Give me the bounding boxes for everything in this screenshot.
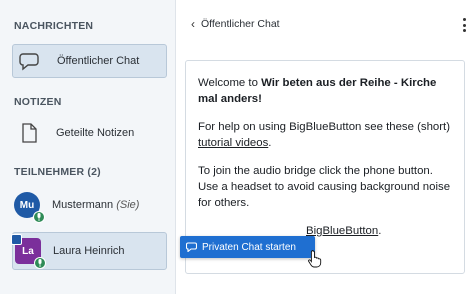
notes-section-title: NOTIZEN bbox=[14, 96, 62, 108]
participant-name: Laura Heinrich bbox=[53, 245, 125, 257]
sidebar-item-public-chat[interactable]: Öffentlicher Chat bbox=[12, 44, 167, 78]
avatar-initials: Mu bbox=[19, 199, 35, 211]
sidebar: NACHRICHTEN Öffentlicher Chat NOTIZEN Ge… bbox=[0, 0, 176, 294]
chat-bubble-icon bbox=[186, 242, 197, 252]
help-prefix: For help on using BigBlueButton see thes… bbox=[198, 121, 451, 133]
start-private-chat-button[interactable]: Privaten Chat starten bbox=[180, 236, 315, 258]
welcome-prefix: Welcome to bbox=[198, 77, 262, 89]
help-line: For help on using BigBlueButton see thes… bbox=[198, 119, 454, 151]
chevron-left-icon: ‹ bbox=[191, 17, 195, 31]
bigbluebutton-link[interactable]: BigBlueButton bbox=[306, 225, 378, 237]
welcome-suffix: ! bbox=[258, 93, 262, 105]
microphone-icon bbox=[33, 211, 45, 223]
participant-name: Mustermann bbox=[52, 199, 114, 211]
document-icon bbox=[16, 120, 42, 146]
back-button[interactable]: ‹ Öffentlicher Chat bbox=[191, 17, 280, 31]
you-tag: (Sie) bbox=[116, 199, 140, 211]
participants-section-title: TEILNEHMER (2) bbox=[14, 166, 101, 178]
public-chat-label: Öffentlicher Chat bbox=[57, 55, 140, 67]
welcome-line: Welcome to Wir beten aus der Reihe - Kir… bbox=[198, 75, 454, 107]
avatar: La bbox=[11, 234, 46, 269]
participant-laura-heinrich[interactable]: La Laura Heinrich bbox=[11, 232, 167, 270]
shared-notes-label: Geteilte Notizen bbox=[56, 127, 135, 139]
sidebar-item-shared-notes[interactable]: Geteilte Notizen bbox=[12, 116, 167, 150]
presenter-icon bbox=[11, 234, 22, 245]
participant-mustermann[interactable]: Mu Mustermann (Sie) bbox=[12, 188, 167, 223]
more-options-icon[interactable] bbox=[461, 18, 467, 32]
help-suffix: . bbox=[268, 137, 272, 149]
microphone-icon bbox=[34, 257, 46, 269]
chat-bubble-icon bbox=[17, 48, 43, 74]
learn-suffix: . bbox=[378, 225, 382, 237]
messages-section-title: NACHRICHTEN bbox=[14, 20, 94, 32]
avatar: Mu bbox=[14, 192, 45, 223]
avatar-initials: La bbox=[22, 245, 34, 257]
audio-info: To join the audio bridge click the phone… bbox=[198, 165, 451, 209]
chat-header: ‹ Öffentlicher Chat bbox=[177, 0, 475, 48]
start-private-chat-label: Privaten Chat starten bbox=[202, 241, 296, 253]
tutorial-videos-link[interactable]: tutorial videos bbox=[198, 137, 268, 149]
hand-cursor-icon bbox=[308, 250, 324, 268]
chat-title: Öffentlicher Chat bbox=[201, 18, 280, 30]
